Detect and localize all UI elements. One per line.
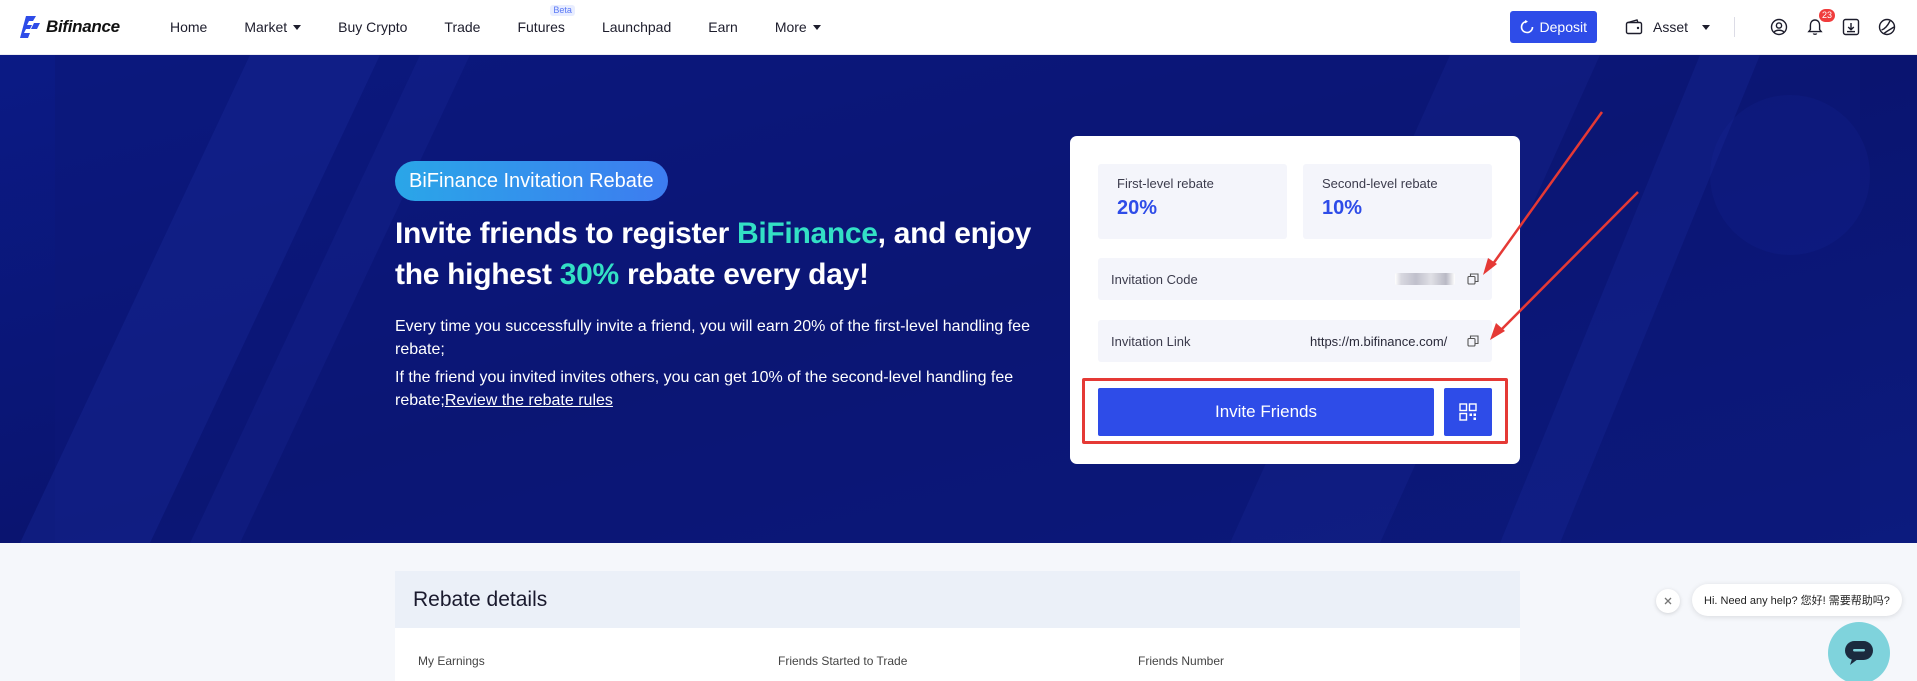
nav-label: Home	[170, 19, 208, 35]
nav-home[interactable]: Home	[170, 19, 207, 35]
rebate-details-section: Rebate details My Earnings Friends Start…	[395, 571, 1520, 681]
invitation-code-value-redacted	[1395, 273, 1455, 285]
nav-divider	[1734, 17, 1735, 37]
nav-market[interactable]: Market	[244, 19, 302, 35]
caret-down-icon	[1702, 24, 1710, 30]
headline-brand-accent: BiFinance	[736, 217, 878, 250]
first-level-description: Every time you successfully invite a fri…	[395, 318, 1030, 358]
rebate-details-title: Rebate details	[395, 571, 1520, 628]
headline-percent-accent: 30%	[559, 258, 619, 291]
first-level-rebate-label: First-level rebate	[1117, 176, 1214, 191]
nav-buy-crypto[interactable]: Buy Crypto	[338, 19, 407, 35]
invitation-card: First-level rebate 20% Second-level reba…	[1070, 136, 1520, 464]
caret-down-icon	[812, 24, 821, 30]
close-icon	[1664, 597, 1672, 605]
nav-label: Market	[244, 19, 288, 35]
asset-dropdown[interactable]: Asset	[1625, 19, 1710, 35]
nav-label: Earn	[708, 19, 738, 35]
chat-launcher-button[interactable]	[1828, 622, 1890, 681]
invitation-hero-banner: BiFinance Invitation Rebate Invite frien…	[0, 55, 1917, 543]
nav-futures[interactable]: Futures Beta	[517, 5, 575, 35]
invitation-link-label: Invitation Link	[1111, 333, 1191, 349]
rebate-details-columns: My Earnings Friends Started to Trade Fri…	[395, 628, 1520, 668]
nav-label: Futures	[517, 19, 565, 35]
beta-badge: Beta	[550, 5, 575, 16]
second-level-rebate-label: Second-level rebate	[1322, 176, 1438, 191]
review-rebate-rules-link[interactable]: Review the rebate rules	[445, 392, 613, 409]
invitation-code-label: Invitation Code	[1111, 271, 1198, 287]
chat-icon	[1845, 641, 1873, 665]
hero-background-pattern	[0, 55, 1917, 543]
invite-actions-highlight: Invite Friends	[1082, 378, 1508, 444]
second-level-description: If the friend you invited invites others…	[395, 366, 1035, 412]
first-level-rebate-box: First-level rebate 20%	[1098, 164, 1287, 239]
top-navigation-bar: Bifinance Home Market Buy Crypto Trade F…	[0, 0, 1917, 55]
chat-close-button[interactable]	[1656, 589, 1680, 613]
brand-name: Bifinance	[46, 17, 120, 36]
nav-label: More	[774, 19, 807, 35]
nav-more[interactable]: More	[775, 19, 821, 35]
deposit-button[interactable]: Deposit	[1509, 11, 1597, 43]
main-nav: Home Market Buy Crypto Trade Futures Beta…	[170, 5, 858, 35]
second-level-rebate-value: 10%	[1322, 197, 1363, 219]
nav-launchpad[interactable]: Launchpad	[602, 19, 671, 35]
theme-toggle-icon[interactable]	[1877, 17, 1897, 37]
hero-description: Every time you successfully invite a fri…	[395, 315, 1035, 417]
nav-trade[interactable]: Trade	[444, 19, 480, 35]
wallet-icon	[1625, 19, 1643, 35]
deposit-label: Deposit	[1539, 19, 1587, 35]
nav-earn[interactable]: Earn	[708, 19, 738, 35]
copy-link-icon[interactable]	[1467, 335, 1479, 347]
my-earnings-label: My Earnings	[418, 654, 485, 668]
headline-text: Invite friends to register	[395, 217, 737, 250]
invitation-rebate-pill: BiFinance Invitation Rebate	[395, 161, 668, 201]
asset-label: Asset	[1652, 19, 1688, 35]
bifinance-logo[interactable]: Bifinance	[20, 14, 150, 40]
nav-label: Trade	[444, 19, 481, 35]
invitation-code-row: Invitation Code	[1098, 258, 1492, 300]
notification-bell-icon[interactable]: 23	[1805, 9, 1835, 37]
nav-label: Buy Crypto	[338, 19, 408, 35]
nav-label: Launchpad	[601, 19, 672, 35]
nav-right-group: Deposit Asset 23	[1509, 9, 1897, 43]
chat-help-bubble[interactable]: Hi. Need any help? 您好! 需要帮助吗?	[1692, 584, 1902, 616]
hero-headline: Invite friends to register BiFinance, an…	[395, 213, 1035, 295]
headline-text: rebate every day!	[618, 258, 869, 291]
user-account-icon[interactable]	[1769, 17, 1789, 37]
bifinance-logo-icon	[20, 16, 40, 38]
qr-code-button[interactable]	[1444, 388, 1492, 436]
second-level-rebate-box: Second-level rebate 10%	[1303, 164, 1492, 239]
friends-number-label: Friends Number	[1138, 654, 1225, 668]
qr-code-icon	[1459, 403, 1477, 421]
download-app-icon[interactable]	[1841, 17, 1861, 37]
deposit-refresh-icon	[1520, 20, 1533, 34]
invitation-link-row: Invitation Link https://m.bifinance.com/	[1098, 320, 1492, 362]
friends-started-to-trade-label: Friends Started to Trade	[778, 654, 908, 668]
copy-code-icon[interactable]	[1467, 273, 1479, 285]
first-level-rebate-value: 20%	[1117, 197, 1158, 219]
caret-down-icon	[293, 24, 302, 30]
invite-friends-button[interactable]: Invite Friends	[1098, 388, 1434, 436]
invitation-link-value[interactable]: https://m.bifinance.com/	[1310, 334, 1455, 349]
notification-count-badge: 23	[1818, 9, 1835, 22]
